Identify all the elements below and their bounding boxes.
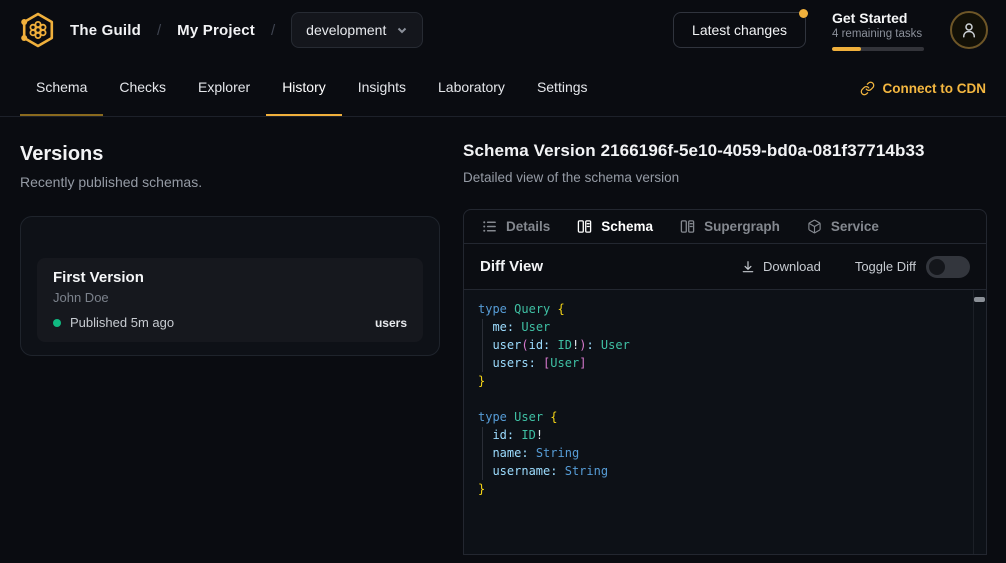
connect-to-cdn-label: Connect to CDN: [883, 81, 987, 96]
versions-title: Versions: [20, 143, 440, 166]
download-label: Download: [763, 259, 821, 274]
service-name-badge: users: [375, 316, 407, 330]
download-icon: [741, 260, 755, 274]
detail-tab-supergraph[interactable]: Supergraph: [680, 219, 780, 234]
breadcrumb-separator: /: [157, 22, 161, 39]
indent-guide: [482, 319, 483, 372]
schema-code-viewer[interactable]: type Query { me: User user(id: ID!): Use…: [464, 290, 986, 555]
toggle-diff-switch[interactable]: [926, 256, 970, 278]
version-author: John Doe: [53, 290, 407, 305]
tab-laboratory[interactable]: Laboratory: [422, 60, 521, 116]
diff-view-title: Diff View: [480, 258, 543, 275]
versions-list-card: First Version John Doe Published 5m ago …: [20, 216, 440, 356]
diff-view-toolbar: Diff View Download Toggle Diff: [464, 244, 986, 290]
schema-version-subtitle: Detailed view of the schema version: [463, 170, 987, 185]
detail-tab-label: Details: [506, 219, 550, 234]
latest-changes-label: Latest changes: [692, 22, 787, 38]
tab-history[interactable]: History: [266, 60, 342, 116]
schema-version-title: Schema Version 2166196f-5e10-4059-bd0a-0…: [463, 141, 987, 161]
person-icon: [960, 21, 978, 39]
breadcrumb-separator: /: [271, 22, 275, 39]
columns-icon: [680, 219, 695, 234]
get-started-progress-fill: [832, 47, 861, 51]
detail-tab-label: Schema: [601, 219, 653, 234]
schema-version-panel: Schema Version 2166196f-5e10-4059-bd0a-0…: [463, 117, 987, 563]
tab-insights[interactable]: Insights: [342, 60, 422, 116]
nav-tabs: Schema Checks Explorer History Insights …: [20, 60, 604, 116]
toggle-diff-label: Toggle Diff: [855, 259, 916, 274]
latest-changes-button[interactable]: Latest changes: [673, 12, 806, 48]
detail-tab-schema[interactable]: Schema: [577, 219, 653, 234]
detail-tab-service[interactable]: Service: [807, 219, 879, 234]
tab-schema[interactable]: Schema: [20, 60, 103, 116]
published-status-dot: [53, 319, 61, 327]
tab-checks[interactable]: Checks: [103, 60, 182, 116]
main-nav: Schema Checks Explorer History Insights …: [0, 60, 1006, 117]
scrollbar-thumb[interactable]: [974, 297, 985, 302]
header-right: Latest changes Get Started 4 remaining t…: [673, 10, 988, 51]
link-icon: [860, 81, 875, 96]
versions-subtitle: Recently published schemas.: [20, 174, 440, 190]
target-selector[interactable]: development: [291, 12, 423, 48]
breadcrumb-org[interactable]: The Guild: [70, 22, 141, 39]
tab-explorer[interactable]: Explorer: [182, 60, 266, 116]
detail-tab-label: Service: [831, 219, 879, 234]
published-status-text: Published 5m ago: [70, 315, 174, 330]
schema-version-detail-box: Details Schema: [463, 209, 987, 555]
version-name: First Version: [53, 269, 407, 286]
detail-tab-details[interactable]: Details: [482, 219, 550, 234]
version-list-item[interactable]: First Version John Doe Published 5m ago …: [37, 258, 423, 342]
switch-knob: [929, 259, 945, 275]
hive-logo-icon[interactable]: [18, 10, 58, 50]
detail-tabs: Details Schema: [464, 210, 986, 244]
get-started-title: Get Started: [832, 10, 924, 26]
columns-icon: [577, 219, 592, 234]
breadcrumb-project[interactable]: My Project: [177, 22, 255, 39]
tab-settings[interactable]: Settings: [521, 60, 604, 116]
chevron-down-icon: [396, 24, 408, 36]
notification-dot: [799, 9, 808, 18]
app-header: The Guild / My Project / development Lat…: [0, 0, 1006, 60]
get-started-subtitle: 4 remaining tasks: [832, 28, 924, 40]
cube-icon: [807, 219, 822, 234]
user-avatar[interactable]: [950, 11, 988, 49]
download-button[interactable]: Download: [741, 259, 821, 274]
indent-guide: [482, 427, 483, 480]
versions-panel: Versions Recently published schemas. Fir…: [20, 117, 440, 356]
schema-code: type Query { me: User user(id: ID!): Use…: [478, 300, 960, 498]
list-icon: [482, 219, 497, 234]
scrollbar-track: [973, 290, 974, 555]
breadcrumb: The Guild / My Project / development: [70, 12, 423, 48]
detail-tab-label: Supergraph: [704, 219, 780, 234]
get-started-widget[interactable]: Get Started 4 remaining tasks: [832, 10, 924, 51]
get-started-progressbar: [832, 47, 924, 51]
connect-to-cdn-button[interactable]: Connect to CDN: [860, 81, 987, 96]
target-selector-value: development: [306, 22, 386, 38]
